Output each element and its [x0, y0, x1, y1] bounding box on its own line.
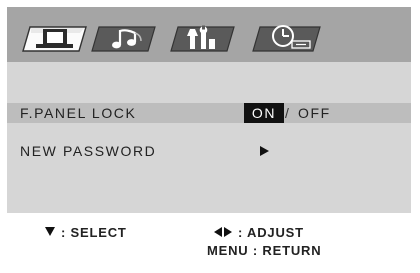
help-footer: : SELECT : ADJUST MENU : RETURN — [7, 213, 411, 266]
new-password-label: NEW PASSWORD — [20, 143, 157, 159]
hint-return: MENU : RETURN — [207, 243, 322, 258]
clock-icon — [252, 25, 321, 52]
triangle-down-icon — [45, 227, 55, 236]
tab-audio[interactable] — [91, 23, 157, 53]
tools-icon — [170, 25, 235, 52]
triangle-left-icon — [214, 227, 222, 237]
menu-tab-bar — [7, 7, 411, 62]
option-separator: / — [285, 105, 290, 121]
tab-setup[interactable] — [170, 23, 236, 53]
option-on[interactable]: ON — [244, 103, 284, 123]
music-note-icon — [91, 26, 156, 52]
tab-timer[interactable] — [252, 23, 321, 53]
menu-row-new-password[interactable]: NEW PASSWORD — [7, 141, 411, 161]
hint-select: : SELECT — [45, 225, 127, 240]
option-off[interactable]: OFF — [298, 103, 331, 123]
panel-lock-label: F.PANEL LOCK — [20, 105, 137, 121]
arrow-right-icon — [260, 146, 269, 156]
hint-adjust-text: : ADJUST — [238, 225, 304, 240]
hint-select-text: : SELECT — [61, 225, 127, 240]
menu-body: F.PANEL LOCK ON / OFF NEW PASSWORD — [7, 62, 411, 213]
tv-icon — [22, 26, 87, 52]
menu-row-panel-lock[interactable]: F.PANEL LOCK ON / OFF — [7, 103, 411, 123]
hint-adjust: : ADJUST — [214, 225, 304, 240]
triangle-right-icon — [224, 227, 232, 237]
tab-video[interactable] — [22, 23, 88, 53]
osd-menu-screen: F.PANEL LOCK ON / OFF NEW PASSWORD : SEL… — [7, 7, 411, 266]
